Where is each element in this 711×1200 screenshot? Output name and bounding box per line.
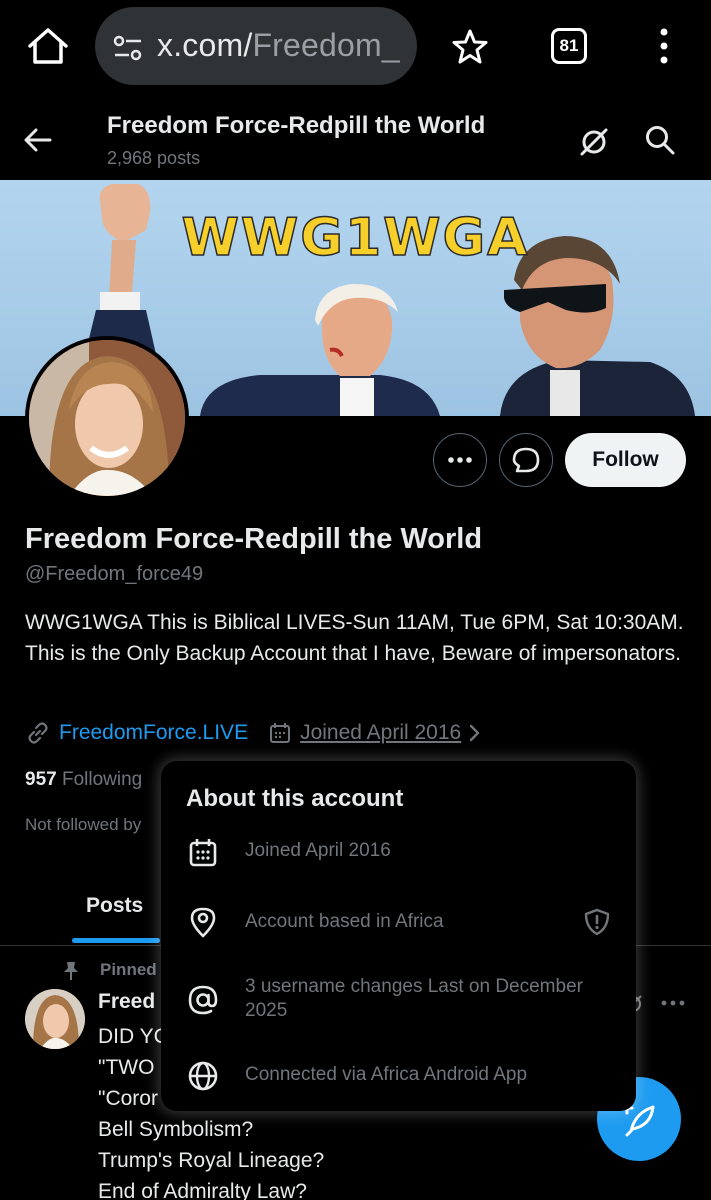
tabs-icon[interactable]: 81 <box>551 28 587 64</box>
post-author-avatar[interactable] <box>25 989 85 1049</box>
url-text: x.com/Freedom_ <box>157 27 407 64</box>
profile-meta: FreedomForce.LIVE Joined April 2016 <box>25 718 485 748</box>
at-sign-icon <box>188 985 218 1015</box>
url-path: Freedom_ <box>252 27 400 63</box>
tab-posts[interactable]: Posts <box>86 894 143 918</box>
avatar-photo <box>25 989 85 1049</box>
header-post-count: 2,968 posts <box>107 148 201 168</box>
calendar-icon <box>270 723 291 743</box>
joined-date-link[interactable]: Joined April 2016 <box>300 721 461 745</box>
globe-icon <box>188 1061 218 1091</box>
post-text-line: End of Admiralty Law? <box>98 1180 307 1200</box>
not-followed-by-text: Not followed by <box>25 815 142 834</box>
about-row-text: 3 username changes Last on December 2025 <box>245 976 583 1021</box>
about-account-popover: About this account Joined April 2016 Acc… <box>161 761 636 1111</box>
post-text-line: Bell Symbolism? <box>98 1118 254 1141</box>
chevron-right-icon[interactable] <box>465 721 485 745</box>
link-icon <box>28 722 48 744</box>
browser-toolbar: x.com/Freedom_ 81 <box>0 0 711 96</box>
following-stat[interactable]: 957 Following <box>25 769 142 791</box>
url-domain: x.com/ <box>157 27 253 63</box>
search-icon[interactable] <box>644 124 676 156</box>
grok-icon[interactable] <box>578 126 610 158</box>
shield-info-icon[interactable] <box>584 908 610 936</box>
about-row-text: Connected via Africa Android App <box>245 1064 528 1085</box>
ellipsis-icon <box>448 457 472 463</box>
post-author-name[interactable]: Freed <box>98 990 155 1014</box>
tab-active-indicator <box>72 938 160 943</box>
profile-bio: WWG1WGA This is Biblical LIVES-Sun 11AM,… <box>25 611 684 665</box>
menu-icon[interactable] <box>654 26 674 66</box>
about-row-username-changes: 3 username changes Last on December 2025 <box>161 973 636 1027</box>
profile-avatar[interactable] <box>25 336 189 500</box>
pinned-indicator: Pinned <box>60 957 157 983</box>
home-icon[interactable] <box>26 26 70 66</box>
about-row-connected-via: Connected via Africa Android App <box>161 1059 636 1095</box>
website-link[interactable]: FreedomForce.LIVE <box>59 721 248 745</box>
popover-title: About this account <box>186 785 404 812</box>
about-row-text: Account based in Africa <box>245 911 444 932</box>
banner-text: WWG1WGA <box>181 207 530 269</box>
avatar-photo <box>29 340 185 496</box>
message-button[interactable] <box>499 433 553 487</box>
header-title: Freedom Force-Redpill the World <box>107 112 486 139</box>
message-bubble-icon <box>512 447 540 473</box>
post-more-icon[interactable] <box>660 997 686 1009</box>
pinned-label: Pinned <box>100 960 157 979</box>
calendar-icon <box>189 839 217 867</box>
about-row-joined: Joined April 2016 <box>161 833 636 873</box>
back-arrow-icon[interactable] <box>22 126 54 154</box>
about-row-text: Joined April 2016 <box>245 840 391 861</box>
profile-header-bar: Freedom Force-Redpill the World 2,968 po… <box>0 96 711 180</box>
site-settings-icon[interactable] <box>113 35 143 61</box>
pin-icon <box>64 962 78 980</box>
profile-handle: @Freedom_force49 <box>25 563 204 585</box>
bookmark-star-icon[interactable] <box>451 28 489 66</box>
follow-button[interactable]: Follow <box>565 433 686 487</box>
address-bar[interactable]: x.com/Freedom_ <box>95 7 417 85</box>
post-text-line: Trump's Royal Lineage? <box>98 1149 325 1172</box>
location-pin-icon <box>190 907 216 938</box>
following-count: 957 <box>25 769 57 790</box>
more-options-button[interactable] <box>433 433 487 487</box>
about-row-location: Account based in Africa <box>161 904 636 944</box>
profile-name: Freedom Force-Redpill the World <box>25 523 483 555</box>
following-label: Following <box>61 769 143 790</box>
